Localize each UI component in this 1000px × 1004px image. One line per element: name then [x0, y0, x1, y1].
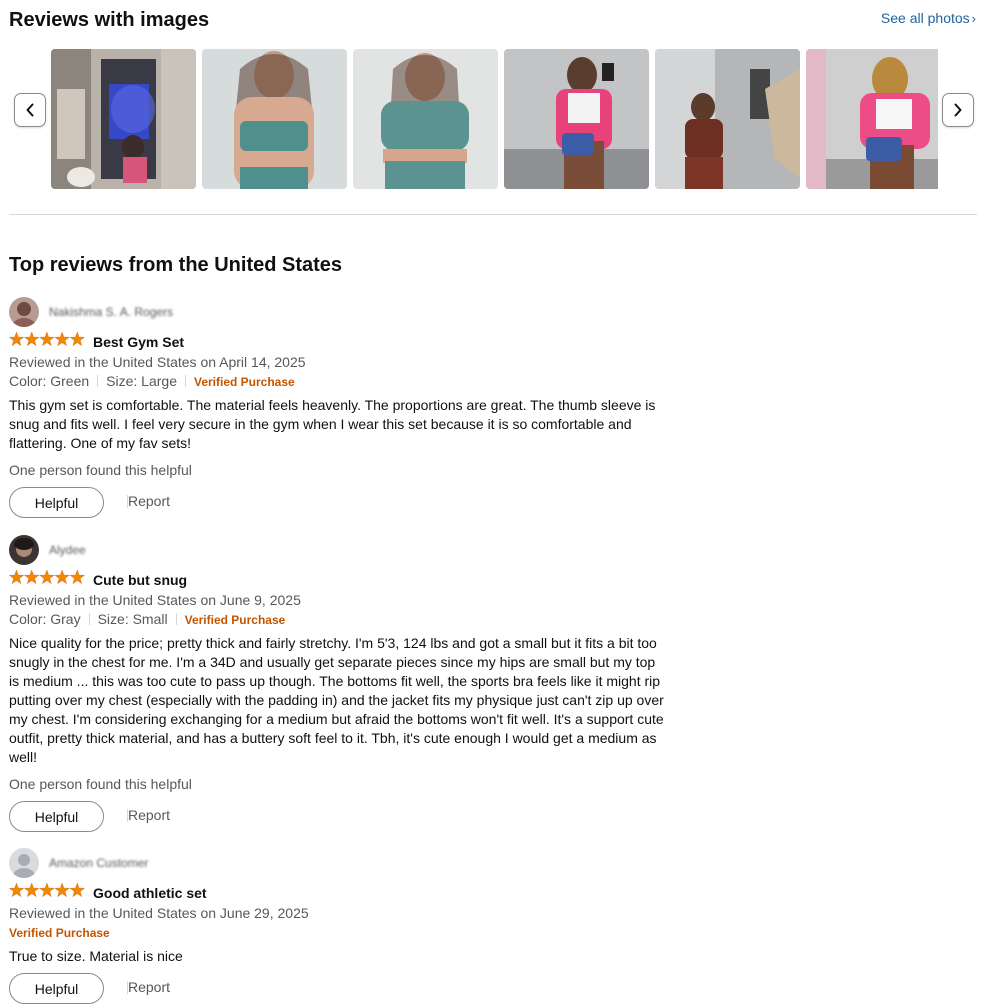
variant-color[interactable]: Color: Gray — [9, 611, 81, 627]
carousel-prev-button[interactable] — [14, 93, 46, 127]
report-link[interactable]: Report — [128, 493, 170, 509]
review-image-thumbnail[interactable] — [806, 49, 938, 189]
star-icon — [23, 882, 40, 898]
star-icon — [69, 882, 86, 898]
section-divider — [9, 214, 977, 215]
star-rating-icon[interactable] — [8, 882, 86, 903]
star-icon — [54, 569, 70, 585]
helpful-button[interactable]: Helpful — [9, 801, 104, 832]
review-image-thumbnail[interactable] — [202, 49, 347, 189]
reviewer-name: Alydee — [49, 543, 86, 557]
review-text: Nice quality for the price; pretty thick… — [9, 635, 664, 765]
meta-separator — [97, 375, 99, 387]
star-icon — [39, 882, 55, 898]
star-icon — [8, 882, 25, 898]
review-image-thumbnail[interactable] — [51, 49, 196, 189]
review-date: Reviewed in the United States on June 9,… — [9, 592, 301, 608]
see-all-photos-link[interactable]: See all photos › — [881, 10, 976, 26]
star-icon — [54, 331, 70, 347]
helpful-button[interactable]: Helpful — [9, 487, 104, 518]
variant-size[interactable]: Size: Small — [98, 611, 168, 627]
review-image-carousel — [51, 49, 938, 189]
verified-purchase-badge: Verified Purchase — [193, 375, 295, 389]
review-actions: Helpful Report — [9, 801, 669, 832]
review-text: This gym set is comfortable. The materia… — [9, 397, 656, 451]
review-variant-info: Color: Green Size: Large Verified Purchase — [9, 372, 669, 392]
review-card: Nakishma S. A. Rogers Best Gym Set Revie… — [8, 297, 669, 518]
star-icon — [69, 569, 86, 585]
helpful-count: One person found this helpful — [9, 776, 192, 792]
verified-purchase-badge: Verified Purchase — [184, 613, 286, 627]
star-icon — [39, 569, 55, 585]
section-title-top-reviews: Top reviews from the United States — [9, 254, 343, 276]
chevron-left-icon — [26, 103, 34, 117]
review-date: Reviewed in the United States on June 29… — [9, 905, 309, 921]
reviewer-profile[interactable]: Amazon Customer — [9, 848, 669, 878]
review-date: Reviewed in the United States on April 1… — [9, 354, 306, 370]
report-link[interactable]: Report — [128, 807, 170, 823]
variant-size[interactable]: Size: Large — [106, 373, 177, 389]
review-title[interactable]: Cute but snug — [93, 572, 187, 588]
report-link[interactable]: Report — [128, 979, 170, 995]
verified-purchase-badge: Verified Purchase — [9, 926, 110, 940]
carousel-next-button[interactable] — [942, 93, 974, 127]
review-variant-info: Verified Purchase — [9, 923, 669, 943]
review-image-thumbnail[interactable] — [504, 49, 649, 189]
star-icon — [23, 569, 40, 585]
review-title[interactable]: Best Gym Set — [93, 334, 184, 350]
avatar — [9, 535, 39, 565]
review-title[interactable]: Good athletic set — [93, 885, 207, 901]
review-actions: Helpful Report — [9, 487, 669, 518]
review-image-thumbnail[interactable] — [655, 49, 800, 189]
reviewer-name: Nakishma S. A. Rogers — [49, 305, 174, 319]
star-icon — [39, 331, 55, 347]
review-card: Amazon Customer Good athletic set Review… — [8, 848, 669, 1004]
reviewer-profile[interactable]: Nakishma S. A. Rogers — [9, 297, 669, 327]
meta-separator — [184, 375, 186, 387]
star-icon — [8, 331, 25, 347]
review-variant-info: Color: Gray Size: Small Verified Purchase — [9, 610, 669, 630]
reviewer-name: Amazon Customer — [49, 856, 149, 870]
section-title-reviews-with-images: Reviews with images — [9, 9, 210, 31]
star-icon — [69, 331, 86, 347]
meta-separator — [88, 613, 90, 625]
helpful-count: One person found this helpful — [9, 462, 192, 478]
review-image-thumbnail[interactable] — [353, 49, 498, 189]
star-rating-icon[interactable] — [8, 569, 86, 590]
avatar — [9, 848, 39, 878]
star-icon — [54, 882, 70, 898]
star-rating-icon[interactable] — [8, 331, 86, 352]
variant-color[interactable]: Color: Green — [9, 373, 89, 389]
see-all-photos-label: See all photos — [880, 10, 970, 26]
chevron-right-icon — [954, 103, 962, 117]
review-card: Alydee Cute but snug Reviewed in the Uni… — [8, 535, 669, 832]
star-icon — [23, 331, 40, 347]
helpful-button[interactable]: Helpful — [9, 973, 104, 1004]
reviewer-profile[interactable]: Alydee — [9, 535, 669, 565]
meta-separator — [175, 613, 177, 625]
avatar — [9, 297, 39, 327]
review-actions: Helpful Report — [9, 973, 669, 1004]
star-icon — [8, 569, 25, 585]
chevron-right-small-icon: › — [971, 11, 976, 26]
review-text: True to size. Material is nice — [9, 948, 183, 964]
